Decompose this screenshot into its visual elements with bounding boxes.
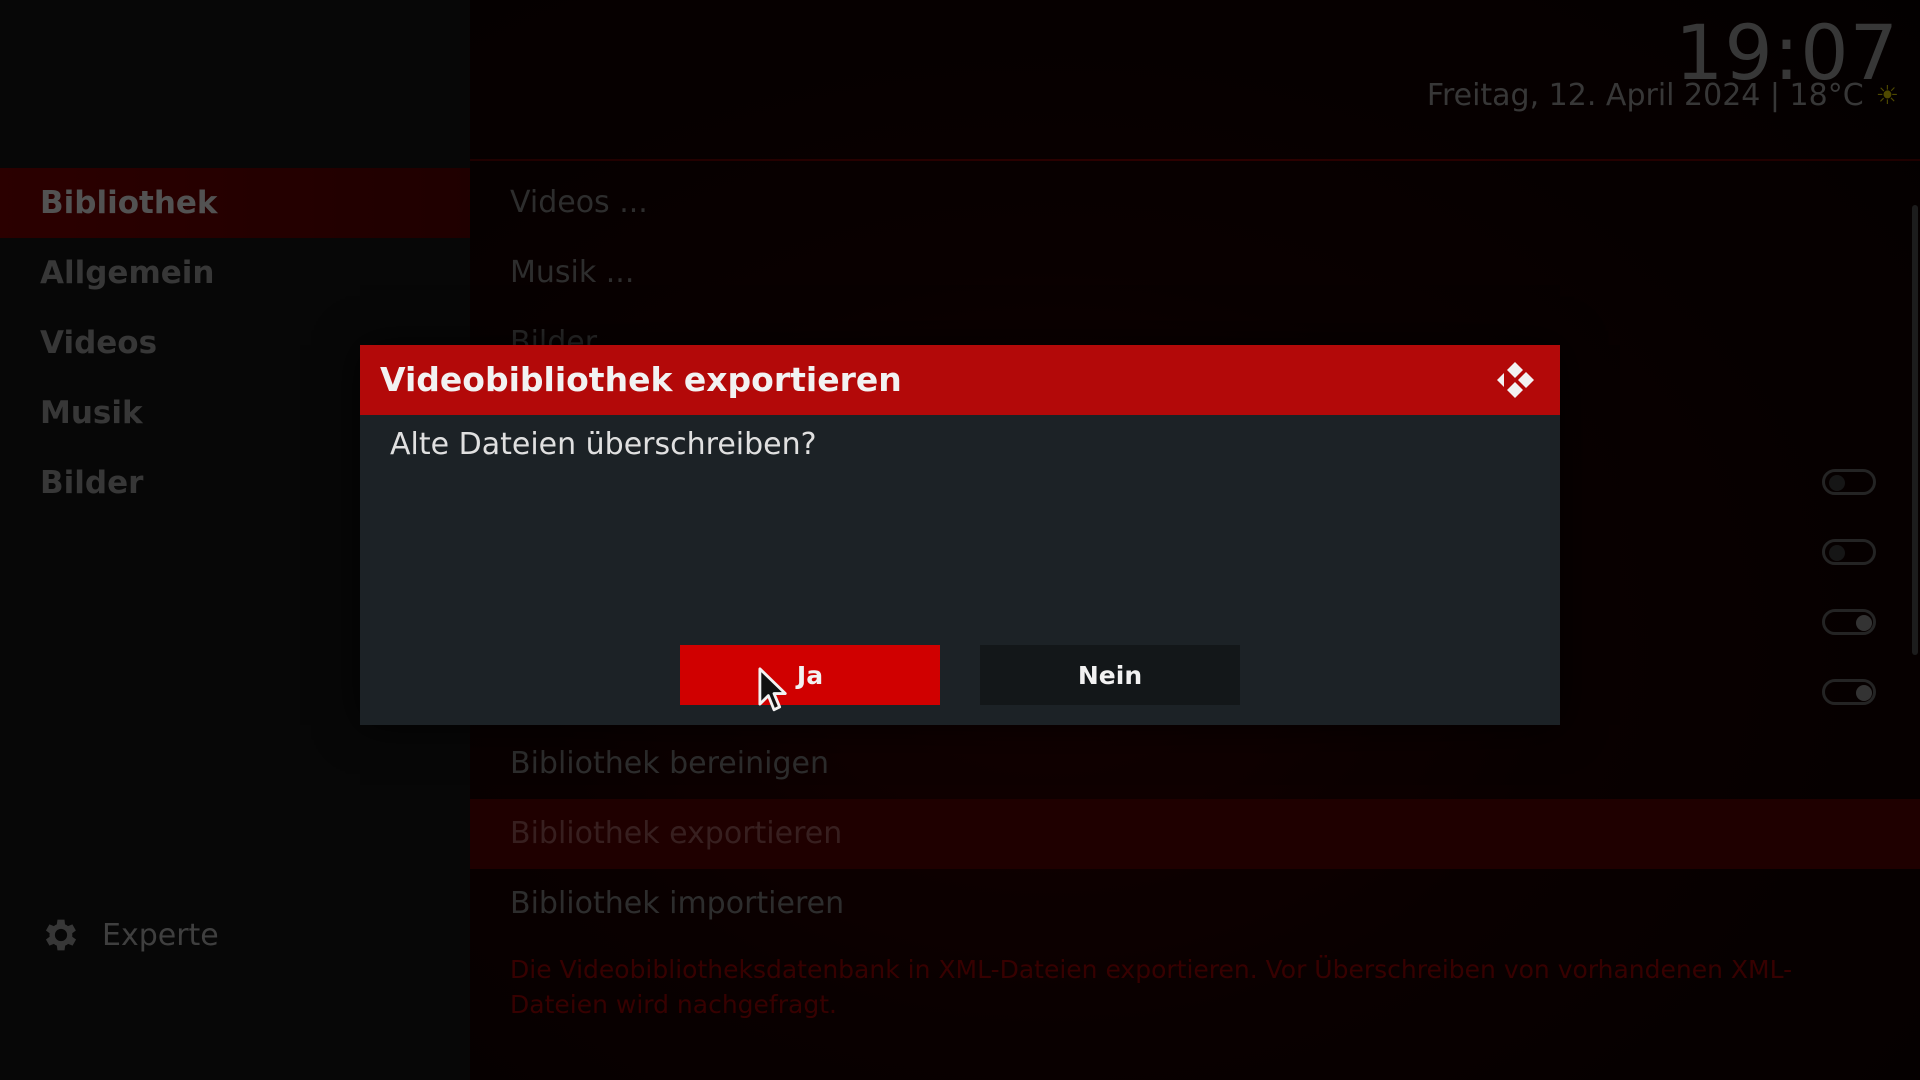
setting-item-videos[interactable]: Videos ... <box>470 168 1920 238</box>
toggle-knob <box>1856 685 1872 701</box>
toggle-knob <box>1829 545 1845 561</box>
gear-icon <box>45 919 77 951</box>
yes-button[interactable]: Ja <box>680 645 940 705</box>
header-divider <box>470 159 1920 161</box>
dialog-header: Videobibliothek exportieren <box>360 345 1560 415</box>
setting-item-bibliothek-exportieren[interactable]: Bibliothek exportieren <box>470 799 1920 869</box>
toggle-knob <box>1829 475 1845 491</box>
kodi-settings-screen: Bibliothek Allgemein Videos Musik Bilder… <box>0 0 1920 1080</box>
scrollbar[interactable] <box>1912 205 1918 655</box>
kodi-logo-icon <box>1497 362 1534 398</box>
toggle-switch[interactable] <box>1822 679 1876 705</box>
sun-icon: ☀ <box>1875 80 1899 111</box>
date-weather: Freitag, 12. April 2024 | 18°C ☀ <box>1427 78 1899 113</box>
sidebar-item-allgemein[interactable]: Allgemein <box>0 238 470 308</box>
settings-level-button[interactable]: Experte <box>40 910 219 960</box>
setting-item-bibliothek-bereinigen[interactable]: Bibliothek bereinigen <box>470 729 1920 799</box>
toggle-switch[interactable] <box>1822 539 1876 565</box>
setting-item-bibliothek-importieren[interactable]: Bibliothek importieren <box>470 869 1920 939</box>
toggle-switch[interactable] <box>1822 609 1876 635</box>
sidebar-item-bibliothek[interactable]: Bibliothek <box>0 168 470 238</box>
no-button[interactable]: Nein <box>980 645 1240 705</box>
setting-item-musik[interactable]: Musik ... <box>470 238 1920 308</box>
settings-level-label: Experte <box>102 917 219 953</box>
dialog-message: Alte Dateien überschreiben? <box>390 427 817 462</box>
confirm-dialog: Videobibliothek exportieren Alte Dateien… <box>360 345 1560 725</box>
dialog-title: Videobibliothek exportieren <box>380 360 902 399</box>
toggle-switch[interactable] <box>1822 469 1876 495</box>
toggle-knob <box>1856 615 1872 631</box>
setting-description: Die Videobibliotheksdatenbank in XML-Dat… <box>510 955 1793 1019</box>
date-weather-text: Freitag, 12. April 2024 | 18°C <box>1426 78 1864 113</box>
